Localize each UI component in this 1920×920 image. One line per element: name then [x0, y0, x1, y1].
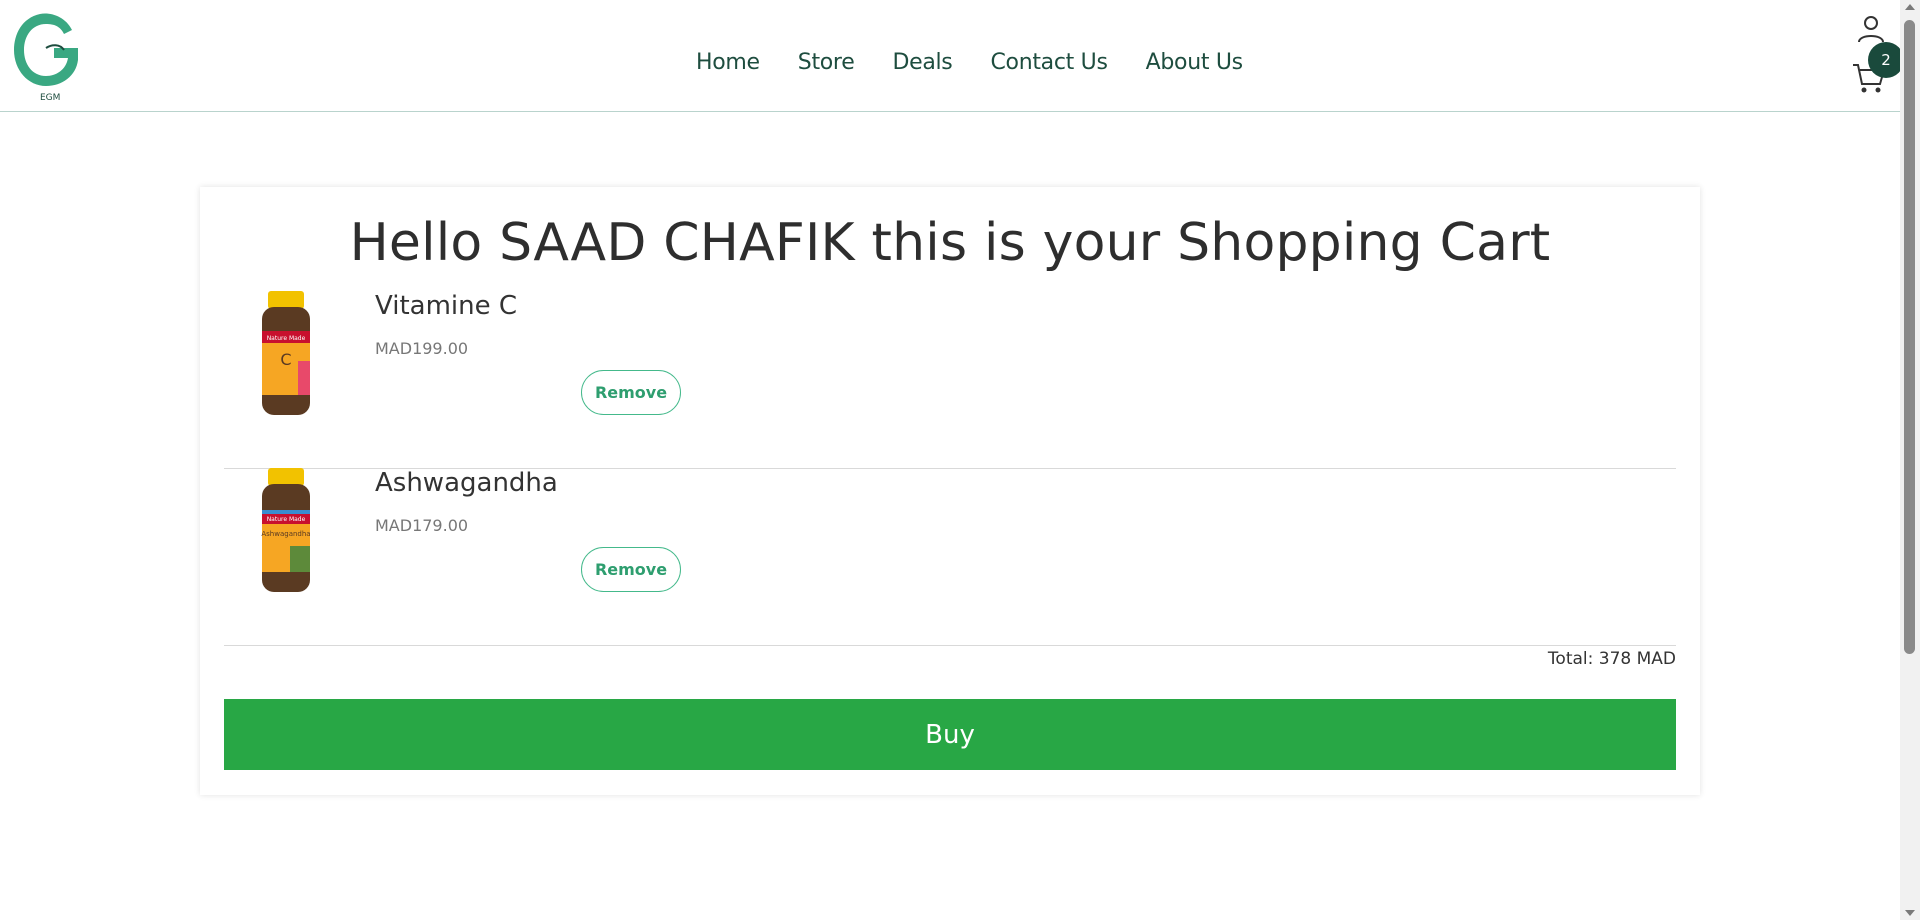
cart-total: Total: 378 MAD [1547, 649, 1676, 669]
logo-text: EGM [40, 93, 60, 102]
buy-button[interactable]: Buy [224, 699, 1676, 770]
scroll-up-arrow-icon[interactable] [1905, 4, 1915, 10]
product-price: MAD179.00 [375, 516, 469, 535]
nav-contact-us[interactable]: Contact Us [990, 50, 1107, 75]
product-name: Vitamine C [375, 291, 518, 321]
cart-count-badge[interactable]: 2 [1868, 42, 1904, 78]
user-icon[interactable] [1856, 14, 1886, 44]
scroll-down-arrow-icon[interactable] [1905, 910, 1915, 916]
bottle-brand-text: Nature Made [267, 516, 306, 523]
cart-item: Nature Made C Vitamine C MAD199.00 Remov… [224, 291, 1676, 469]
nav-store[interactable]: Store [798, 50, 855, 75]
bottle-label-text: Ashwagandha [261, 530, 310, 538]
nav-deals[interactable]: Deals [892, 50, 952, 75]
scrollbar-thumb[interactable] [1904, 20, 1915, 654]
nav-home[interactable]: Home [696, 50, 760, 75]
ashwagandha-bottle-image: Nature Made Ashwagandha [261, 468, 311, 592]
nav-about-us[interactable]: About Us [1146, 50, 1244, 75]
bottle-brand-text: Nature Made [267, 335, 306, 342]
shopping-cart-card: Hello SAAD CHAFIK this is your Shopping … [200, 187, 1700, 795]
product-price: MAD199.00 [375, 339, 469, 358]
cart-title: Hello SAAD CHAFIK this is your Shopping … [349, 213, 1551, 273]
cart-item: Nature Made Ashwagandha Ashwagandha MAD1… [224, 468, 1676, 646]
main-nav: Home Store Deals Contact Us About Us [696, 50, 1281, 75]
egm-logo[interactable]: EGM [10, 8, 84, 102]
site-header: EGM Home Store Deals Contact Us About Us… [0, 0, 1904, 112]
remove-button[interactable]: Remove [581, 370, 681, 415]
page-scrollbar[interactable] [1900, 0, 1920, 920]
product-name: Ashwagandha [375, 468, 558, 498]
bottle-label-text: C [280, 350, 291, 369]
remove-button[interactable]: Remove [581, 547, 681, 592]
vitamin-c-bottle-image: Nature Made C [262, 291, 310, 415]
